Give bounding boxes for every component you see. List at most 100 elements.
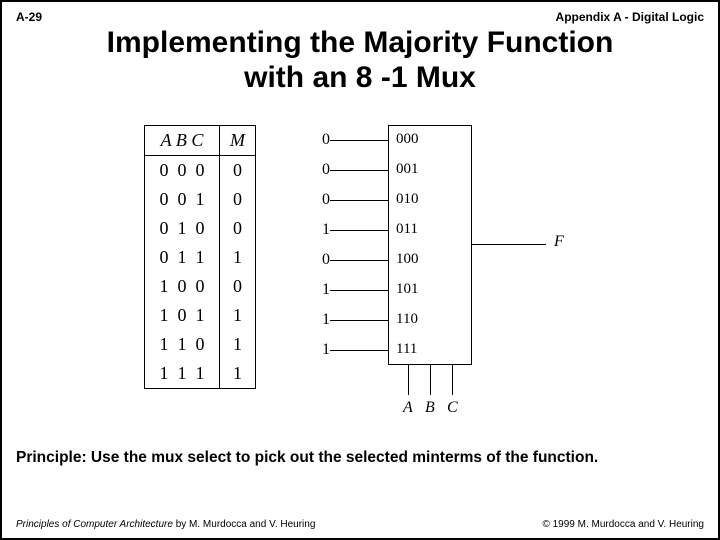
output-wire-icon [472, 244, 546, 245]
page-number: A-29 [16, 10, 42, 24]
select-label-b: B [425, 399, 435, 417]
cell-m: 0 [220, 214, 256, 243]
wire-icon [330, 320, 388, 321]
cell-a: 0 [155, 218, 173, 239]
cell-a: 1 [155, 276, 173, 297]
cell-a: 1 [155, 334, 173, 355]
principle-text: Principle: Use the mux select to pick ou… [16, 449, 704, 467]
footer-authors: by M. Murdocca and V. Heuring [173, 519, 315, 530]
mux-input-value: 1 [316, 281, 330, 299]
table-header-row: A B C M [145, 126, 256, 156]
wire-icon [330, 230, 388, 231]
cell-a: 0 [155, 160, 173, 181]
cell-b: 1 [173, 218, 191, 239]
mux-input-row: 1 [316, 305, 388, 335]
select-label-c: C [447, 399, 458, 417]
hdr-B: B [176, 130, 187, 150]
hdr-C: C [191, 130, 203, 150]
cell-m: 0 [220, 156, 256, 186]
mux-input-value: 1 [316, 341, 330, 359]
footer-book-title: Principles of Computer Architecture [16, 519, 173, 530]
cell-b: 1 [173, 363, 191, 384]
cell-c: 0 [191, 276, 209, 297]
mux-input-row: 0 [316, 245, 388, 275]
mux-input-row: 0 [316, 125, 388, 155]
mux-input-label: 001 [396, 161, 419, 178]
cell-m: 1 [220, 359, 256, 389]
mux-input-row: 0 [316, 185, 388, 215]
cell-b: 1 [173, 334, 191, 355]
appendix-label: Appendix A - Digital Logic [556, 10, 704, 24]
cell-b: 0 [173, 276, 191, 297]
mux-input-value: 0 [316, 191, 330, 209]
mux-input-row: 1 [316, 215, 388, 245]
wire-icon [330, 200, 388, 201]
hdr-M: M [220, 126, 256, 156]
mux-diagram: 0 000 0 001 0 010 1 011 0 100 1 101 [316, 125, 576, 425]
cell-a: 1 [155, 305, 173, 326]
wire-icon [330, 170, 388, 171]
footer-row: Principles of Computer Architecture by M… [16, 519, 704, 530]
slide-page: A-29 Appendix A - Digital Logic Implemen… [0, 0, 720, 540]
cell-m: 0 [220, 272, 256, 301]
hdr-abc: A B C [145, 126, 220, 156]
table-row: 000 0 [145, 156, 256, 186]
cell-c: 0 [191, 160, 209, 181]
table-row: 111 1 [145, 359, 256, 389]
mux-input-value: 0 [316, 161, 330, 179]
table-row: 011 1 [145, 243, 256, 272]
wire-icon [330, 290, 388, 291]
title-line-1: Implementing the Majority Function [16, 26, 704, 61]
wire-icon [330, 350, 388, 351]
mux-input-label: 101 [396, 281, 419, 298]
table-row: 010 0 [145, 214, 256, 243]
content-area: A B C M 000 0 001 0 010 0 011 1 [16, 125, 704, 425]
mux-output-label: F [554, 233, 564, 251]
cell-a: 0 [155, 189, 173, 210]
cell-c: 1 [191, 247, 209, 268]
wire-icon [330, 260, 388, 261]
cell-b: 0 [173, 160, 191, 181]
mux-input-label: 111 [396, 341, 417, 358]
cell-m: 1 [220, 243, 256, 272]
cell-c: 0 [191, 218, 209, 239]
mux-input-label: 100 [396, 251, 419, 268]
cell-a: 0 [155, 247, 173, 268]
mux-input-label: 010 [396, 191, 419, 208]
cell-c: 0 [191, 334, 209, 355]
hdr-A: A [161, 130, 172, 150]
select-wire-icon [452, 365, 453, 395]
mux-input-value: 1 [316, 221, 330, 239]
footer-book: Principles of Computer Architecture by M… [16, 519, 315, 530]
table-row: 101 1 [145, 301, 256, 330]
mux-input-label: 000 [396, 131, 419, 148]
cell-m: 1 [220, 330, 256, 359]
select-wire-icon [408, 365, 409, 395]
table-row: 110 1 [145, 330, 256, 359]
footer-copyright: © 1999 M. Murdocca and V. Heuring [542, 519, 704, 530]
mux-input-label: 110 [396, 311, 418, 328]
cell-b: 0 [173, 305, 191, 326]
mux-input-value: 0 [316, 131, 330, 149]
select-label-a: A [403, 399, 413, 417]
mux-input-value: 0 [316, 251, 330, 269]
wire-icon [330, 140, 388, 141]
cell-c: 1 [191, 305, 209, 326]
cell-m: 0 [220, 185, 256, 214]
cell-b: 0 [173, 189, 191, 210]
cell-a: 1 [155, 363, 173, 384]
mux-input-label: 011 [396, 221, 418, 238]
truth-table: A B C M 000 0 001 0 010 0 011 1 [144, 125, 256, 389]
mux-input-value: 1 [316, 311, 330, 329]
mux-input-row: 0 [316, 155, 388, 185]
cell-m: 1 [220, 301, 256, 330]
header-row: A-29 Appendix A - Digital Logic [16, 10, 704, 24]
slide-title: Implementing the Majority Function with … [16, 26, 704, 95]
select-wire-icon [430, 365, 431, 395]
title-line-2: with an 8 -1 Mux [16, 61, 704, 96]
table-row: 001 0 [145, 185, 256, 214]
mux-input-row: 1 [316, 275, 388, 305]
cell-b: 1 [173, 247, 191, 268]
cell-c: 1 [191, 363, 209, 384]
mux-input-row: 1 [316, 335, 388, 365]
